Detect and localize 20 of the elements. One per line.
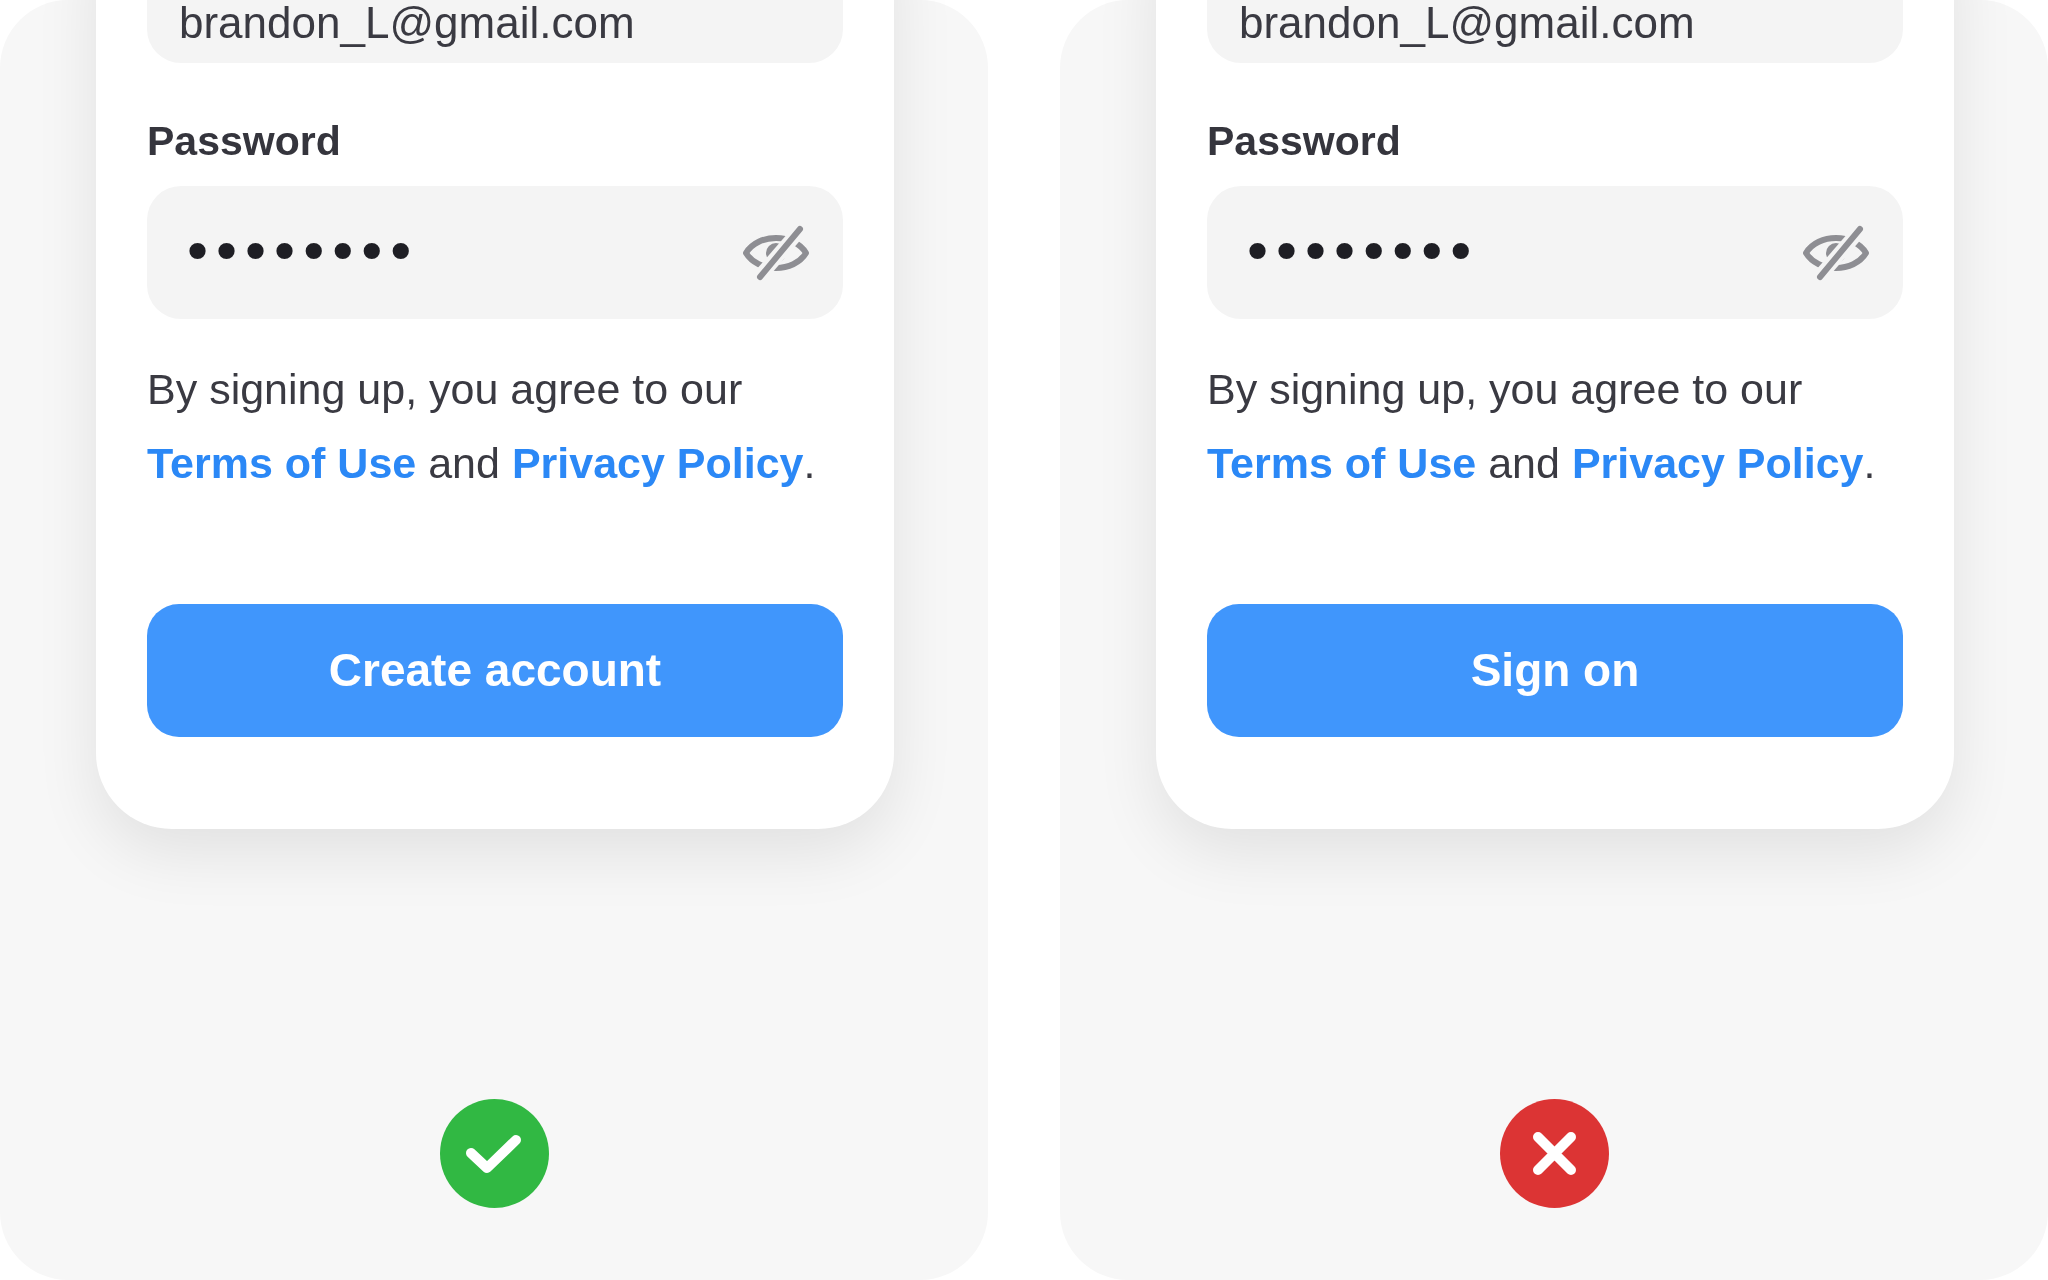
agreement-text: By signing up, you agree to our Terms of Use and Privacy Policy. bbox=[1207, 364, 1877, 489]
cross-icon bbox=[1500, 1099, 1609, 1208]
agreement-link[interactable]: Terms of Use bbox=[1207, 439, 1477, 487]
agreement-link[interactable]: Privacy Policy bbox=[1571, 439, 1864, 487]
field-label: Password bbox=[147, 121, 342, 162]
submit-button[interactable]: Sign on bbox=[1207, 604, 1903, 737]
password-field[interactable]: •••••••• bbox=[1207, 186, 1903, 319]
password-field[interactable]: •••••••• bbox=[147, 186, 843, 319]
eye-slash-icon[interactable] bbox=[742, 224, 810, 281]
eye-slash-icon[interactable] bbox=[1802, 224, 1870, 281]
agreement-text: By signing up, you agree to our Terms of Use and Privacy Policy. bbox=[147, 364, 817, 489]
email-field[interactable]: brandon_L@gmail.com bbox=[147, 0, 843, 63]
agreement-link[interactable]: Terms of Use bbox=[147, 439, 417, 487]
check-icon bbox=[440, 1099, 549, 1208]
submit-button[interactable]: Create account bbox=[147, 604, 843, 737]
agreement-link[interactable]: Privacy Policy bbox=[511, 439, 804, 487]
password-value: •••••••• bbox=[1241, 224, 1474, 281]
field-label: Password bbox=[1207, 121, 1402, 162]
password-value: •••••••• bbox=[181, 224, 414, 281]
email-field[interactable]: brandon_L@gmail.com bbox=[1207, 0, 1903, 63]
